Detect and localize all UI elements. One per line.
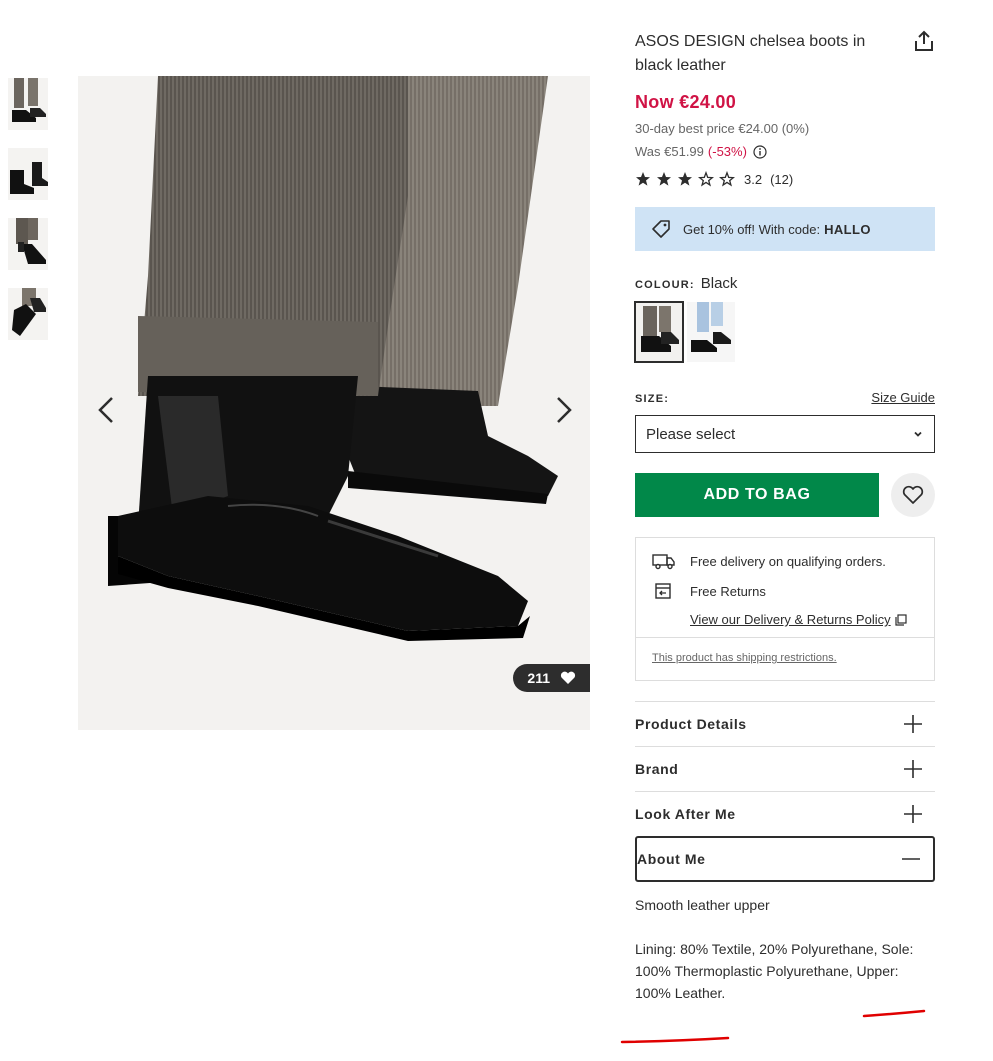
- delivery-box: Free delivery on qualifying orders. Free…: [635, 537, 935, 681]
- accordion-brand[interactable]: Brand: [635, 746, 935, 791]
- thumbnail-1[interactable]: [8, 78, 48, 130]
- best-price: 30-day best price €24.00 (0%): [635, 121, 810, 136]
- share-icon[interactable]: [913, 30, 935, 52]
- size-select[interactable]: Please select: [635, 415, 935, 453]
- cta-row: ADD TO BAG: [635, 473, 935, 517]
- product-accordion: Product Details Brand Look After Me Abou…: [635, 701, 935, 882]
- accordion-look-after-me-label: Look After Me: [635, 806, 736, 822]
- rating-stars: [635, 171, 740, 187]
- tag-icon: [652, 220, 670, 238]
- accordion-about-me-label: About Me: [637, 851, 706, 867]
- delivery-returns-policy-link[interactable]: View our Delivery & Returns Policy: [690, 612, 918, 627]
- plus-icon: [904, 715, 922, 733]
- minus-icon: [902, 858, 920, 860]
- accordion-product-details-label: Product Details: [635, 716, 747, 732]
- chevron-down-icon: [914, 431, 922, 437]
- heart-icon: [560, 671, 576, 684]
- promo-banner: Get 10% off! With code: HALLO: [635, 207, 935, 251]
- policy-link-text: View our Delivery & Returns Policy: [690, 612, 891, 627]
- size-row: SIZE: Size Guide: [635, 390, 935, 405]
- was-price: Was €51.99: [635, 144, 704, 159]
- saves-count: 211: [527, 670, 550, 686]
- colour-swatches: [634, 301, 935, 363]
- promo-text: Get 10% off! With code:: [683, 221, 821, 237]
- star-empty-icon: [698, 171, 714, 187]
- swatch-black[interactable]: [634, 301, 684, 363]
- current-price: Now €24.00: [635, 92, 737, 112]
- truck-icon: [652, 554, 675, 570]
- previous-image-button[interactable]: [90, 392, 126, 428]
- thumbnail-strip: [8, 78, 48, 358]
- free-returns-row: Free Returns: [652, 582, 918, 600]
- size-label: SIZE:: [635, 393, 670, 405]
- plus-icon: [904, 760, 922, 778]
- product-info-panel: ASOS DESIGN chelsea boots in black leath…: [634, 30, 935, 1004]
- saves-badge[interactable]: 211: [513, 664, 590, 692]
- accordion-brand-label: Brand: [635, 761, 679, 777]
- colour-label: COLOUR:: [635, 279, 695, 291]
- returns-icon: [655, 583, 671, 599]
- free-delivery-text: Free delivery on qualifying orders.: [690, 553, 886, 569]
- thumbnail-4[interactable]: [8, 288, 48, 340]
- swatch-alternate[interactable]: [687, 302, 735, 362]
- annotation-underline: [620, 1009, 926, 1044]
- thumbnail-2[interactable]: [8, 148, 48, 200]
- discount-percent: (-53%): [707, 144, 747, 159]
- star-filled-icon: [636, 172, 650, 186]
- rating-value: 3.2: [744, 171, 763, 187]
- accordion-about-me[interactable]: About Me: [635, 836, 935, 882]
- size-guide-link[interactable]: Size Guide: [871, 390, 935, 405]
- colour-value: Black: [700, 275, 738, 292]
- shipping-restrictions-link[interactable]: This product has shipping restrictions.: [652, 652, 837, 664]
- chevron-right-icon: [557, 397, 572, 423]
- about-me-content: Smooth leather upper Lining: 80% Textile…: [635, 894, 935, 1004]
- heart-icon: [902, 485, 924, 504]
- info-icon[interactable]: [753, 144, 767, 159]
- promo-code: HALLO: [824, 221, 871, 237]
- rating-row[interactable]: 3.2 (12): [635, 171, 935, 187]
- shipping-restrictions: This product has shipping restrictions.: [636, 637, 934, 680]
- product-main-image: 211: [78, 76, 590, 730]
- rating-count[interactable]: (12): [770, 172, 793, 187]
- save-for-later-button[interactable]: [891, 473, 935, 517]
- free-returns-text: Free Returns: [690, 583, 766, 599]
- star-empty-icon: [719, 171, 735, 187]
- plus-icon: [904, 805, 922, 823]
- thumbnail-3[interactable]: [8, 218, 48, 270]
- next-image-button[interactable]: [544, 392, 580, 428]
- star-filled-icon: [678, 172, 692, 186]
- was-price-row: Was €51.99 (-53%): [635, 144, 935, 159]
- accordion-look-after-me[interactable]: Look After Me: [635, 791, 935, 836]
- accordion-product-details[interactable]: Product Details: [635, 701, 935, 746]
- size-select-placeholder: Please select: [646, 425, 736, 443]
- about-composition: Lining: 80% Textile, 20% Polyurethane, S…: [635, 941, 914, 1001]
- free-delivery-row: Free delivery on qualifying orders.: [652, 552, 918, 570]
- about-summary: Smooth leather upper: [635, 897, 770, 913]
- colour-row: COLOUR: Black: [635, 275, 935, 292]
- external-link-icon: [895, 613, 907, 626]
- chevron-left-icon: [98, 397, 113, 423]
- star-filled-icon: [657, 172, 671, 186]
- product-title: ASOS DESIGN chelsea boots in black leath…: [635, 33, 866, 74]
- add-to-bag-button[interactable]: ADD TO BAG: [635, 473, 879, 517]
